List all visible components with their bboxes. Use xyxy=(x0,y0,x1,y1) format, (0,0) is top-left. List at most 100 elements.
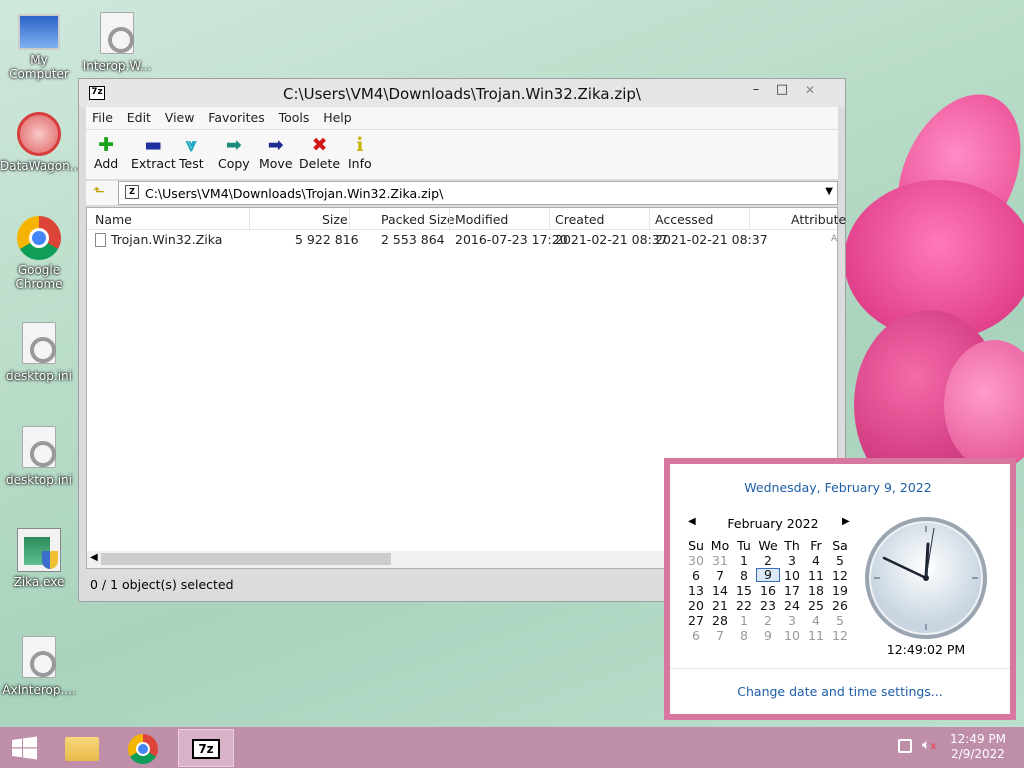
table-row[interactable]: Trojan.Win32.Zika 5 922 816 2 553 864 20… xyxy=(87,230,837,250)
calendar-day[interactable]: 8 xyxy=(732,628,756,643)
calendar-day[interactable]: 26 xyxy=(828,598,852,613)
calendar-day[interactable]: 12 xyxy=(828,628,852,643)
calendar-day[interactable]: 1 xyxy=(732,553,756,568)
calendar-day[interactable]: 2 xyxy=(756,553,780,568)
calendar-day[interactable]: 7 xyxy=(708,568,732,583)
taskbar-chrome[interactable] xyxy=(116,729,172,767)
column-packed-size[interactable]: Packed Size xyxy=(381,212,455,227)
copy-button[interactable]: ➡ Copy xyxy=(218,134,250,171)
calendar-day[interactable]: 11 xyxy=(804,628,828,643)
menu-file[interactable]: File xyxy=(92,107,119,125)
calendar-day[interactable]: 27 xyxy=(684,613,708,628)
file-icon xyxy=(22,426,56,468)
calendar-day[interactable]: 30 xyxy=(684,553,708,568)
start-button[interactable] xyxy=(0,729,56,767)
calendar-day[interactable]: 5 xyxy=(828,553,852,568)
calendar-day[interactable]: 20 xyxy=(684,598,708,613)
scrollbar-thumb[interactable] xyxy=(101,553,391,565)
archive-icon: Z xyxy=(125,185,139,199)
calendar-day[interactable]: 21 xyxy=(708,598,732,613)
calendar-day[interactable]: 3 xyxy=(780,613,804,628)
delete-button[interactable]: ✖ Delete xyxy=(299,134,340,171)
extract-button[interactable]: ▬ Extract xyxy=(131,134,176,171)
chevron-down-icon[interactable]: ▼ xyxy=(825,186,833,197)
calendar-day[interactable]: 8 xyxy=(732,568,756,583)
maximize-button[interactable]: □ xyxy=(767,79,797,101)
desktop-icon-datawagon[interactable]: DataWagon... xyxy=(0,112,82,173)
calendar-day[interactable]: 13 xyxy=(684,583,708,598)
calendar-day[interactable]: 5 xyxy=(828,613,852,628)
calendar-day[interactable]: 11 xyxy=(804,568,828,583)
calendar-day[interactable]: 3 xyxy=(780,553,804,568)
volume-muted-icon[interactable]: 🔈︎x xyxy=(922,737,936,753)
title-bar[interactable]: 7z C:\Users\VM4\Downloads\Trojan.Win32.Z… xyxy=(79,79,845,107)
test-button[interactable]: ⩔ Test xyxy=(179,134,204,171)
month-title[interactable]: February 2022 xyxy=(688,516,858,531)
network-icon[interactable] xyxy=(898,739,912,753)
calendar-day[interactable]: 4 xyxy=(804,613,828,628)
taskbar-explorer[interactable] xyxy=(56,729,112,767)
column-accessed[interactable]: Accessed xyxy=(655,212,713,227)
calendar-day[interactable]: 23 xyxy=(756,598,780,613)
column-modified[interactable]: Modified xyxy=(455,212,508,227)
calendar-day[interactable]: 9 xyxy=(756,628,780,643)
calendar-day[interactable]: 12 xyxy=(828,568,852,583)
desktop-icon-zika-exe[interactable]: Zika.exe xyxy=(0,528,78,589)
calendar-day[interactable]: 10 xyxy=(780,568,804,583)
calendar-day[interactable]: 15 xyxy=(732,583,756,598)
desktop-icon-label: desktop.ini xyxy=(6,473,72,487)
date-time-settings-link[interactable]: Change date and time settings... xyxy=(670,668,1010,714)
calendar-day[interactable]: 4 xyxy=(804,553,828,568)
column-size[interactable]: Size xyxy=(322,212,348,227)
weekday-header: Sa xyxy=(832,538,848,553)
info-button[interactable]: i Info xyxy=(348,134,372,171)
calendar-day[interactable]: 1 xyxy=(732,613,756,628)
calendar-day[interactable]: 9 xyxy=(756,568,780,582)
calendar-day[interactable]: 14 xyxy=(708,583,732,598)
desktop-icon-chrome[interactable]: Google Chrome xyxy=(0,216,78,291)
desktop-icon-label: DataWagon... xyxy=(0,159,82,173)
calendar-day[interactable]: 25 xyxy=(804,598,828,613)
calendar-day[interactable]: 22 xyxy=(732,598,756,613)
toolbar: ✚ Add ▬ Extract ⩔ Test ➡ Copy ➡ Move ✖ Delete … xyxy=(86,129,838,179)
menu-help[interactable]: Help xyxy=(323,107,358,125)
calendar-day[interactable]: 19 xyxy=(828,583,852,598)
calendar-day[interactable]: 7 xyxy=(708,628,732,643)
next-month-icon[interactable]: ▶ xyxy=(842,516,850,527)
calendar-day[interactable]: 24 xyxy=(780,598,804,613)
menu-view[interactable]: View xyxy=(165,107,201,125)
calendar-day[interactable]: 31 xyxy=(708,553,732,568)
file-icon xyxy=(22,636,56,678)
taskbar-clock[interactable]: 12:49 PM 2/9/2022 xyxy=(950,732,1006,762)
menu-favorites[interactable]: Favorites xyxy=(208,107,270,125)
add-icon: ✚ xyxy=(98,134,115,156)
close-button[interactable]: ✕ xyxy=(795,79,825,101)
column-name[interactable]: Name xyxy=(95,212,132,227)
calendar-day[interactable]: 10 xyxy=(780,628,804,643)
scroll-left-icon[interactable]: ◀ xyxy=(90,552,98,563)
desktop-icon-my-computer[interactable]: My Computer xyxy=(0,12,78,81)
calendar-day[interactable]: 2 xyxy=(756,613,780,628)
address-combo[interactable]: Z C:\Users\VM4\Downloads\Trojan.Win32.Zi… xyxy=(118,181,838,205)
move-button[interactable]: ➡ Move xyxy=(259,134,293,171)
desktop-icon-desktop-ini-2[interactable]: desktop.ini xyxy=(0,426,78,487)
taskbar-date: 2/9/2022 xyxy=(951,747,1005,761)
calendar-day[interactable]: 6 xyxy=(684,568,708,583)
calendar-day[interactable]: 28 xyxy=(708,613,732,628)
desktop-icon-axinterop[interactable]: AxInterop.... xyxy=(0,636,78,697)
long-date-link[interactable]: Wednesday, February 9, 2022 xyxy=(714,480,962,495)
menu-tools[interactable]: Tools xyxy=(279,107,316,125)
desktop-icon-desktop-ini-1[interactable]: desktop.ini xyxy=(0,322,78,383)
calendar-day[interactable]: 16 xyxy=(756,583,780,598)
cell-name: Trojan.Win32.Zika xyxy=(111,232,223,247)
menu-edit[interactable]: Edit xyxy=(127,107,157,125)
calendar-day[interactable]: 18 xyxy=(804,583,828,598)
calendar-day[interactable]: 17 xyxy=(780,583,804,598)
calendar-day[interactable]: 6 xyxy=(684,628,708,643)
add-button[interactable]: ✚ Add xyxy=(94,134,118,171)
column-attribute[interactable]: Attribute xyxy=(791,212,846,227)
up-folder-icon[interactable]: ⬑ xyxy=(90,184,108,202)
taskbar-7zip[interactable]: 7z xyxy=(178,729,234,767)
column-created[interactable]: Created xyxy=(555,212,604,227)
desktop-icon-interop[interactable]: Interop.W... xyxy=(78,12,156,73)
